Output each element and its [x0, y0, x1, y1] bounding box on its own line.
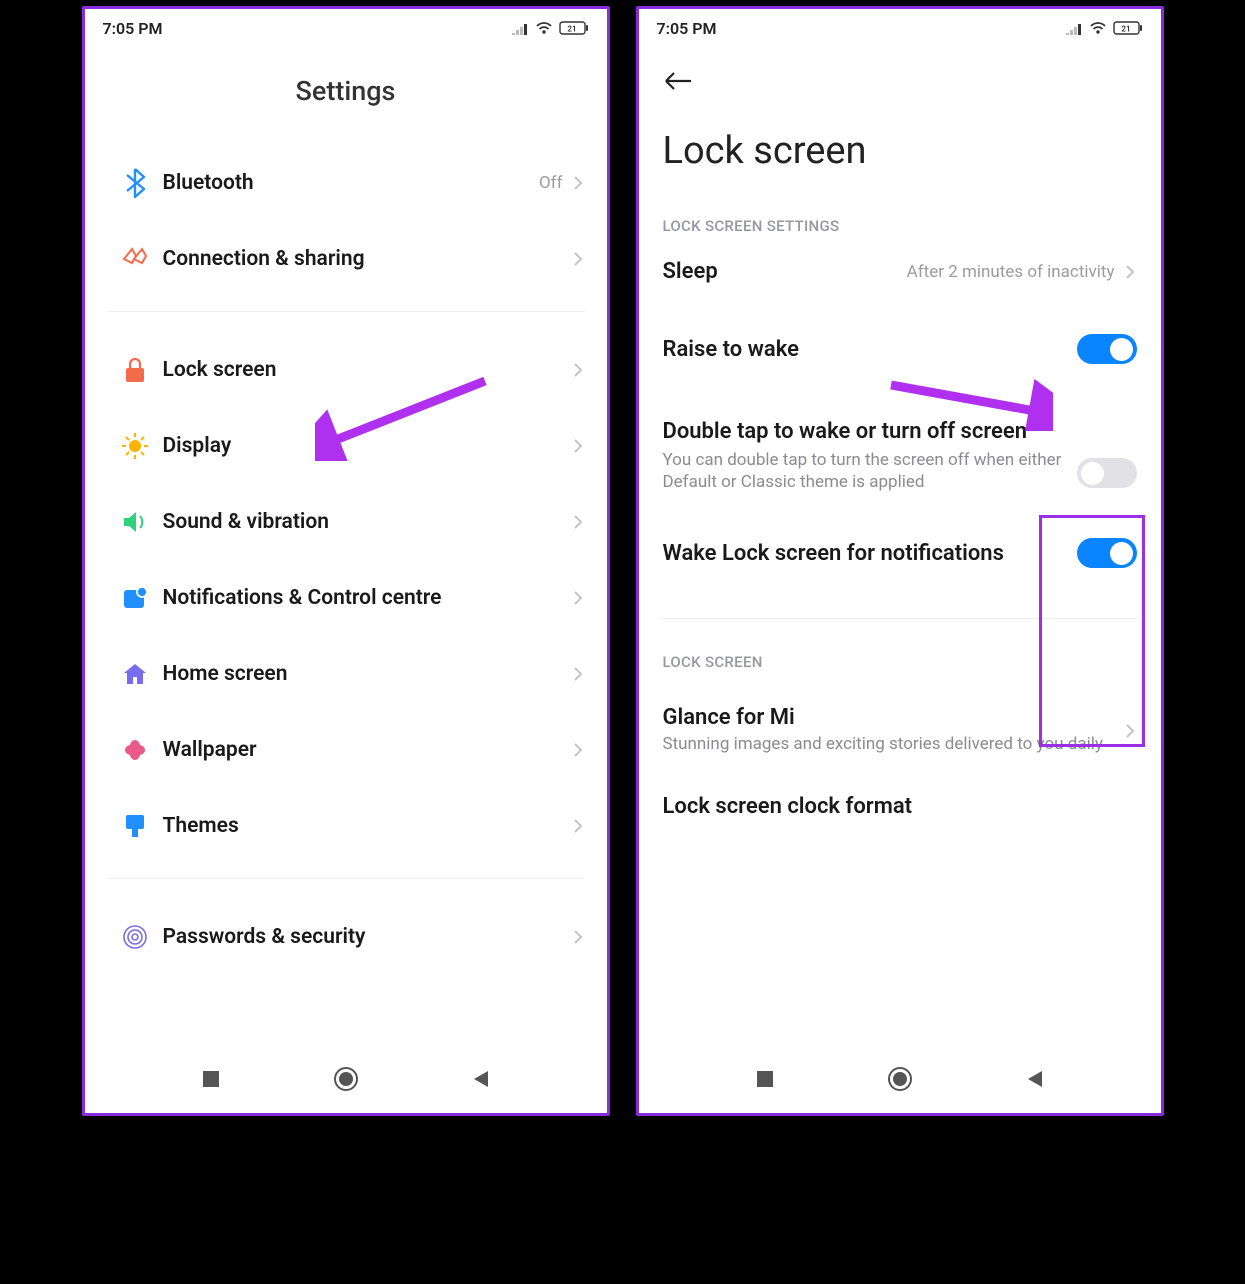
chevron-right-icon — [573, 740, 585, 760]
chevron-right-icon — [573, 249, 585, 269]
label: Raise to wake — [663, 337, 1063, 362]
label: Lock screen — [163, 358, 565, 382]
signal-icon — [1065, 21, 1083, 35]
nav-back[interactable] — [470, 1068, 492, 1094]
status-icons: 21 — [511, 21, 589, 35]
nav-home[interactable] — [332, 1065, 360, 1097]
divider — [107, 878, 585, 879]
chevron-right-icon — [573, 436, 585, 456]
label: Wake Lock screen for notifications — [663, 540, 1063, 568]
battery-icon: 21 — [1113, 21, 1143, 35]
toggle-double-tap[interactable] — [1077, 458, 1137, 488]
label: Themes — [163, 814, 565, 838]
svg-text:21: 21 — [1121, 25, 1130, 34]
setting-double-tap[interactable]: Double tap to wake or turn off screen Yo… — [657, 392, 1143, 514]
nav-recent[interactable] — [200, 1068, 222, 1094]
label: Sleep — [663, 259, 893, 284]
setting-glance[interactable]: Glance for Mi Stunning images and exciti… — [657, 691, 1143, 774]
divider — [661, 618, 1139, 619]
chevron-right-icon — [573, 173, 585, 193]
chevron-right-icon — [573, 588, 585, 608]
settings-item-passwords[interactable]: Passwords & security — [103, 899, 589, 975]
setting-wake-lock[interactable]: Wake Lock screen for notifications — [657, 514, 1143, 588]
toggle-wake-lock[interactable] — [1077, 538, 1137, 568]
signal-icon — [511, 21, 529, 35]
label: Display — [163, 434, 565, 458]
settings-item-wallpaper[interactable]: Wallpaper — [103, 712, 589, 788]
fingerprint-icon — [122, 924, 148, 950]
page-title: Settings — [103, 47, 589, 145]
sun-icon — [121, 432, 149, 460]
section-header: LOCK SCREEN — [657, 643, 1143, 691]
notification-icon — [122, 586, 148, 610]
wifi-icon — [1089, 21, 1107, 35]
setting-raise-to-wake[interactable]: Raise to wake — [657, 312, 1143, 392]
status-bar: 7:05 PM 21 — [639, 9, 1161, 47]
chevron-right-icon — [1125, 721, 1137, 741]
lock-icon — [123, 357, 147, 383]
chevron-right-icon — [573, 360, 585, 380]
label: Sound & vibration — [163, 510, 565, 534]
nav-home[interactable] — [886, 1065, 914, 1097]
settings-item-connection[interactable]: Connection & sharing — [103, 221, 589, 297]
status-time: 7:05 PM — [103, 19, 163, 38]
label: Lock screen clock format — [663, 794, 1123, 819]
chevron-right-icon — [1125, 262, 1137, 282]
chevron-right-icon — [573, 927, 585, 947]
nav-bar — [85, 1055, 607, 1113]
page-title: Lock screen — [657, 123, 1143, 207]
label: Glance for Mi — [663, 705, 1111, 730]
label: Bluetooth — [163, 171, 531, 195]
chevron-right-icon — [573, 816, 585, 836]
flower-icon — [122, 737, 148, 763]
phone-left: 7:05 PM 21 Settings Bluetooth Off Connec… — [82, 6, 610, 1116]
status-bar: 7:05 PM 21 — [85, 9, 607, 47]
subtitle: You can double tap to turn the screen of… — [663, 449, 1063, 495]
label: Wallpaper — [163, 738, 565, 762]
settings-item-homescreen[interactable]: Home screen — [103, 636, 589, 712]
settings-item-notifications[interactable]: Notifications & Control centre — [103, 560, 589, 636]
home-icon — [122, 662, 148, 686]
bluetooth-icon — [122, 168, 148, 198]
toggle-raise-to-wake[interactable] — [1077, 334, 1137, 364]
settings-item-bluetooth[interactable]: Bluetooth Off — [103, 145, 589, 221]
settings-item-sound[interactable]: Sound & vibration — [103, 484, 589, 560]
connection-icon — [120, 246, 150, 272]
settings-item-display[interactable]: Display — [103, 408, 589, 484]
back-button[interactable] — [663, 76, 693, 95]
chevron-right-icon — [573, 664, 585, 684]
sound-icon — [122, 510, 148, 534]
label: Double tap to wake or turn off screen — [663, 418, 1063, 446]
value: Off — [539, 173, 563, 193]
subtitle: Stunning images and exciting stories del… — [663, 733, 1111, 756]
nav-bar — [639, 1055, 1161, 1113]
setting-sleep[interactable]: Sleep After 2 minutes of inactivity — [657, 255, 1143, 312]
setting-clock-format[interactable]: Lock screen clock format — [657, 774, 1143, 833]
wifi-icon — [535, 21, 553, 35]
nav-back[interactable] — [1024, 1068, 1046, 1094]
status-icons: 21 — [1065, 21, 1143, 35]
label: Home screen — [163, 662, 565, 686]
themes-icon — [122, 813, 148, 839]
svg-text:21: 21 — [567, 25, 576, 34]
chevron-right-icon — [573, 512, 585, 532]
status-time: 7:05 PM — [657, 19, 717, 38]
label: Notifications & Control centre — [163, 586, 565, 610]
divider — [107, 311, 585, 312]
battery-icon: 21 — [559, 21, 589, 35]
section-header: LOCK SCREEN SETTINGS — [657, 207, 1143, 255]
phone-right: 7:05 PM 21 Lock screen LOCK SCREEN SETTI… — [636, 6, 1164, 1116]
nav-recent[interactable] — [754, 1068, 776, 1094]
label: Connection & sharing — [163, 247, 565, 271]
value: After 2 minutes of inactivity — [907, 262, 1115, 282]
label: Passwords & security — [163, 925, 565, 949]
settings-item-themes[interactable]: Themes — [103, 788, 589, 864]
settings-item-lockscreen[interactable]: Lock screen — [103, 332, 589, 408]
